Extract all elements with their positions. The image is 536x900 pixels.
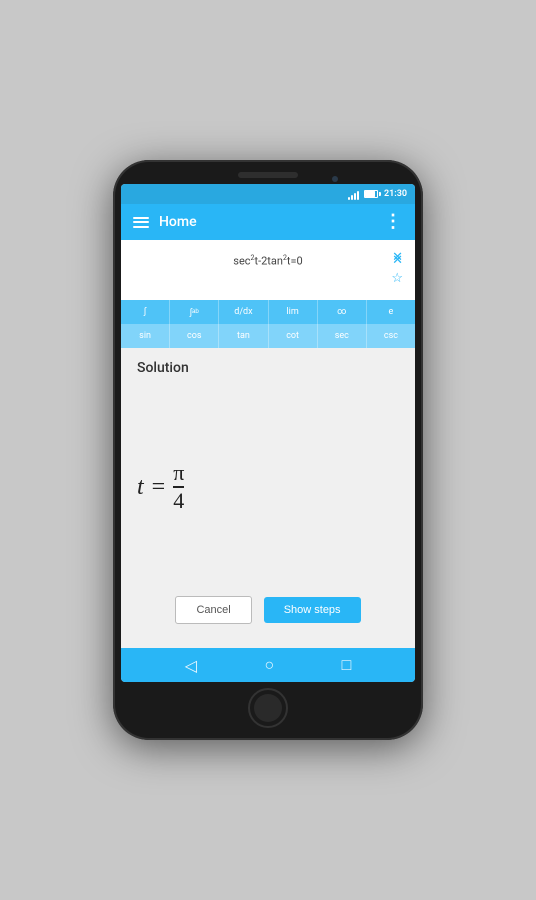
- key-sin[interactable]: sin: [121, 324, 170, 348]
- phone-camera: [332, 176, 338, 182]
- solution-equals: =: [152, 474, 166, 501]
- action-buttons: Cancel Show steps: [137, 588, 399, 636]
- key-cos[interactable]: cos: [170, 324, 219, 348]
- phone-frame: 21:30 Home ⋮ ✕ sec2t-2tan2t=0 ✕ ☆: [113, 160, 423, 740]
- app-title: Home: [159, 214, 374, 230]
- keyboard-row-1: ∫ ∫ᵃᵇ d/dx lim ∞ e: [121, 300, 415, 324]
- key-tan[interactable]: tan: [219, 324, 268, 348]
- fraction-denominator: 4: [173, 490, 184, 512]
- main-content: ✕ sec2t-2tan2t=0 ✕ ☆ ∫ ∫ᵃᵇ d/dx lim ∞ e: [121, 240, 415, 648]
- status-time: 21:30: [384, 189, 407, 199]
- fraction-numerator: π: [173, 462, 184, 484]
- equation-display: sec2t-2tan2t=0: [233, 254, 302, 268]
- key-e[interactable]: e: [367, 300, 415, 324]
- solution-math: t = π 4: [137, 386, 399, 588]
- equation-star-button[interactable]: ☆: [391, 271, 403, 286]
- nav-back-icon[interactable]: ◁: [185, 656, 197, 675]
- status-bar: 21:30: [121, 184, 415, 204]
- solution-variable: t: [137, 474, 144, 501]
- equation-clear-button[interactable]: ✕: [392, 253, 403, 268]
- input-area: ✕ sec2t-2tan2t=0 ✕ ☆: [121, 240, 415, 300]
- solution-label: Solution: [137, 360, 399, 376]
- phone-screen: 21:30 Home ⋮ ✕ sec2t-2tan2t=0 ✕ ☆: [121, 184, 415, 682]
- status-icons: 21:30: [348, 189, 407, 200]
- key-csc[interactable]: csc: [367, 324, 415, 348]
- phone-speaker: [238, 172, 298, 178]
- solution-area: Solution t = π 4 Cancel Show steps: [121, 348, 415, 648]
- nav-home-icon[interactable]: ○: [264, 655, 274, 675]
- nav-recent-icon[interactable]: □: [342, 655, 352, 675]
- battery-icon: [364, 190, 378, 198]
- key-cot[interactable]: cot: [269, 324, 318, 348]
- menu-icon[interactable]: [133, 217, 149, 228]
- equation-row: sec2t-2tan2t=0 ✕ ☆: [133, 250, 403, 272]
- phone-home-button[interactable]: [248, 688, 288, 728]
- show-steps-button[interactable]: Show steps: [264, 597, 361, 623]
- app-bar: Home ⋮: [121, 204, 415, 240]
- key-infinity[interactable]: ∞: [318, 300, 367, 324]
- key-definite-integral[interactable]: ∫ᵃᵇ: [170, 300, 219, 324]
- more-options-icon[interactable]: ⋮: [384, 213, 403, 231]
- key-derivative[interactable]: d/dx: [219, 300, 268, 324]
- signal-icon: [348, 189, 359, 200]
- key-sec[interactable]: sec: [318, 324, 367, 348]
- key-integral[interactable]: ∫: [121, 300, 170, 324]
- key-limit[interactable]: lim: [269, 300, 318, 324]
- bottom-nav-bar: ◁ ○ □: [121, 648, 415, 682]
- solution-fraction: π 4: [173, 462, 184, 512]
- math-keyboard: ∫ ∫ᵃᵇ d/dx lim ∞ e sin cos tan cot sec c…: [121, 300, 415, 348]
- keyboard-row-2: sin cos tan cot sec csc: [121, 324, 415, 348]
- cancel-button[interactable]: Cancel: [175, 596, 251, 624]
